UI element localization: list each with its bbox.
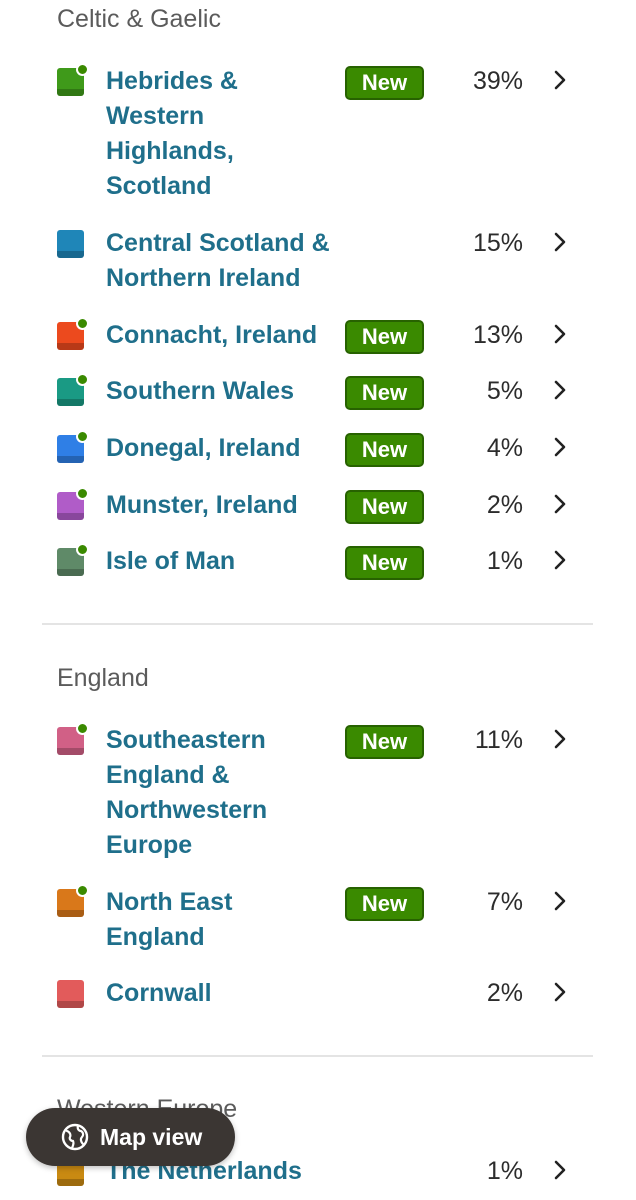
region-name[interactable]: Southern Wales <box>106 374 294 409</box>
chevron-right-icon[interactable] <box>549 323 571 345</box>
region-row-southern-wales[interactable]: Southern Wales New 5% <box>0 373 636 414</box>
chevron-right-icon[interactable] <box>549 231 571 253</box>
region-row-southeastern-england[interactable]: Southeastern England & Northwestern Euro… <box>0 722 636 868</box>
new-badge: New <box>345 320 424 354</box>
new-badge: New <box>345 66 424 100</box>
chevron-right-icon[interactable] <box>549 69 571 91</box>
section-divider <box>42 1055 593 1057</box>
chevron-right-icon[interactable] <box>549 379 571 401</box>
region-name[interactable]: Donegal, Ireland <box>106 431 300 466</box>
region-color-swatch <box>57 722 89 755</box>
region-name[interactable]: Central Scotland & Northern Ireland <box>106 226 330 296</box>
new-badge: New <box>345 376 424 410</box>
region-color-swatch <box>57 63 89 96</box>
chevron-right-icon[interactable] <box>549 436 571 458</box>
new-badge: New <box>345 546 424 580</box>
region-color-swatch <box>57 230 84 258</box>
region-color-swatch <box>57 317 89 350</box>
new-dot-indicator <box>76 430 89 443</box>
region-percent: 2% <box>486 979 523 1007</box>
region-row-north-east-england[interactable]: North East England New 7% <box>0 884 636 960</box>
region-row-isle-of-man[interactable]: Isle of Man New 1% <box>0 543 636 584</box>
region-percent: 13% <box>472 321 523 349</box>
region-name[interactable]: Munster, Ireland <box>106 488 298 523</box>
chevron-right-icon[interactable] <box>549 1159 571 1181</box>
region-color-swatch <box>57 430 89 463</box>
new-dot-indicator <box>76 543 89 556</box>
region-percent: 2% <box>486 491 523 519</box>
region-name[interactable]: Connacht, Ireland <box>106 318 317 353</box>
region-percent: 1% <box>486 1157 523 1185</box>
region-name[interactable]: Isle of Man <box>106 544 235 579</box>
region-percent: 7% <box>486 888 523 916</box>
region-row-central-scotland[interactable]: Central Scotland & Northern Ireland 15% <box>0 226 636 301</box>
chevron-right-icon[interactable] <box>549 890 571 912</box>
region-percent: 1% <box>486 547 523 575</box>
region-percent: 11% <box>474 726 523 754</box>
region-row-munster[interactable]: Munster, Ireland New 2% <box>0 487 636 528</box>
new-badge: New <box>345 433 424 467</box>
region-name[interactable]: North East England <box>106 885 232 955</box>
section-title: Celtic & Gaelic <box>57 5 221 33</box>
new-dot-indicator <box>76 487 89 500</box>
region-row-connacht[interactable]: Connacht, Ireland New 13% <box>0 317 636 358</box>
region-color-swatch <box>57 980 84 1008</box>
map-view-button[interactable]: Map view <box>26 1108 235 1166</box>
region-row-hebrides[interactable]: Hebrides & Western Highlands, Scotland N… <box>0 63 636 209</box>
region-color-swatch <box>57 487 89 520</box>
region-percent: 15% <box>472 229 523 257</box>
region-percent: 4% <box>486 434 523 462</box>
region-name[interactable]: Southeastern England & Northwestern Euro… <box>106 723 267 863</box>
new-badge: New <box>345 887 424 921</box>
new-badge: New <box>345 490 424 524</box>
section-divider <box>42 623 593 625</box>
map-view-label: Map view <box>100 1124 203 1150</box>
section-title: England <box>57 664 149 692</box>
region-color-swatch <box>57 884 89 917</box>
region-name[interactable]: Hebrides & Western Highlands, Scotland <box>106 64 238 204</box>
region-name[interactable]: Cornwall <box>106 976 212 1011</box>
region-row-donegal[interactable]: Donegal, Ireland New 4% <box>0 430 636 471</box>
region-row-cornwall[interactable]: Cornwall 2% <box>0 976 636 1016</box>
region-color-swatch <box>57 543 89 576</box>
new-dot-indicator <box>76 317 89 330</box>
globe-icon <box>61 1123 89 1151</box>
new-dot-indicator <box>76 63 89 76</box>
chevron-right-icon[interactable] <box>549 728 571 750</box>
new-dot-indicator <box>76 884 89 897</box>
chevron-right-icon[interactable] <box>549 493 571 515</box>
region-percent: 5% <box>486 377 523 405</box>
region-percent: 39% <box>472 67 523 95</box>
chevron-right-icon[interactable] <box>549 549 571 571</box>
new-dot-indicator <box>76 722 89 735</box>
chevron-right-icon[interactable] <box>549 981 571 1003</box>
new-dot-indicator <box>76 373 89 386</box>
new-badge: New <box>345 725 424 759</box>
region-color-swatch <box>57 373 89 406</box>
